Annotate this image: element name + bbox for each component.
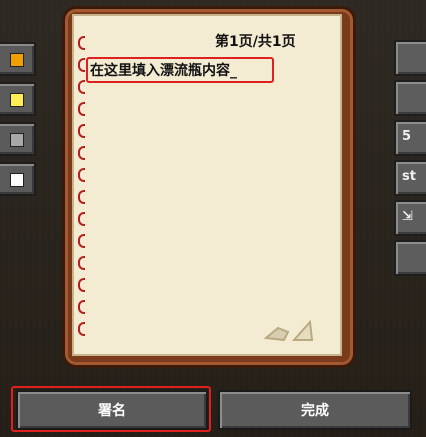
binding-ring-icon [78, 168, 85, 182]
right-button-6[interactable] [394, 240, 426, 276]
cursor-icon: ⇲ [402, 209, 413, 224]
white-color-button[interactable] [0, 162, 36, 196]
yellow-swatch-icon [10, 93, 24, 107]
right-button-label: 5 [402, 129, 412, 144]
right-button-3[interactable]: 5 [394, 120, 426, 156]
done-button[interactable]: 完成 [218, 390, 412, 430]
text-input-value: 在这里填入漂流瓶内容_ [90, 63, 237, 79]
binding-ring-icon [78, 278, 85, 292]
binding-ring-icon [78, 80, 85, 94]
binding-ring-icon [78, 234, 85, 248]
binding-ring-icon [78, 124, 85, 138]
done-button-label: 完成 [301, 403, 329, 419]
right-button-1[interactable] [394, 40, 426, 76]
sign-button-highlight [11, 386, 211, 432]
right-button-label: st [402, 169, 416, 184]
right-button-2[interactable] [394, 80, 426, 116]
binding-ring-icon [78, 102, 85, 116]
page-turn-icon[interactable] [262, 318, 316, 344]
binding-ring-icon [78, 36, 85, 50]
binding-ring-icon [78, 190, 85, 204]
binding-ring-icon [78, 212, 85, 226]
orange-swatch-icon [10, 53, 24, 67]
orange-color-button[interactable] [0, 42, 36, 76]
right-button-5[interactable]: ⇲ [394, 200, 426, 236]
gray-swatch-icon [10, 133, 24, 147]
binding-ring-icon [78, 322, 85, 336]
page-indicator: 第1页/共1页 [215, 34, 296, 50]
binding-ring-icon [78, 300, 85, 314]
yellow-color-button[interactable] [0, 82, 36, 116]
right-button-4[interactable]: st [394, 160, 426, 196]
white-swatch-icon [10, 173, 24, 187]
binding-ring-icon [78, 256, 85, 270]
binding-ring-icon [78, 58, 85, 72]
gray-color-button[interactable] [0, 122, 36, 156]
binding-ring-icon [78, 146, 85, 160]
